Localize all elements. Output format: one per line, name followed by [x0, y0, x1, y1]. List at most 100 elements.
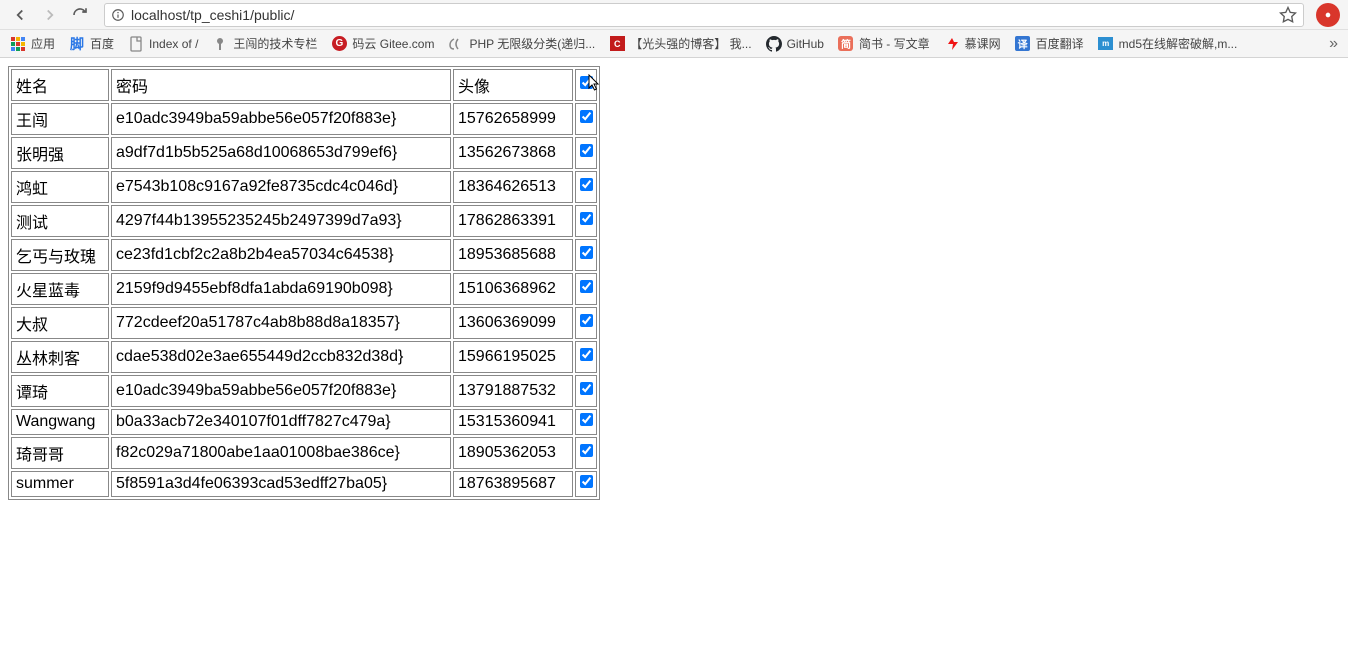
row-checkbox[interactable]	[580, 413, 593, 426]
bookmarks-bar: 应用脚百度 Index of / 王闯的技术专栏 G码云 Gitee.com PHP 无…	[0, 30, 1348, 58]
cell-password: ce23fd1cbf2c2a8b2b4ea57034c64538}	[111, 239, 451, 271]
table-row: 乞丐与玫瑰ce23fd1cbf2c2a8b2b4ea57034c64538}18…	[11, 239, 597, 271]
cell-password: e7543b108c9167a92fe8735cdc4c046d}	[111, 171, 451, 203]
bookmark-item[interactable]: GitHub	[766, 36, 824, 52]
row-checkbox[interactable]	[580, 475, 593, 488]
bookmark-item[interactable]: G码云 Gitee.com	[331, 35, 434, 52]
cell-password: e10adc3949ba59abbe56e057f20f883e}	[111, 103, 451, 135]
bookmark-item[interactable]: m md5在线解密破解,m...	[1098, 35, 1238, 52]
bookmark-icon	[10, 36, 26, 52]
cell-checkbox	[575, 409, 597, 435]
bookmark-label: 简书 - 写文章	[859, 35, 930, 52]
cell-name: 测试	[11, 205, 109, 237]
cell-password: b0a33acb72e340107f01dff7827c479a}	[111, 409, 451, 435]
row-checkbox[interactable]	[580, 178, 593, 191]
table-row: 大叔772cdeef20a51787c4ab8b88d8a18357}13606…	[11, 307, 597, 339]
table-row: summer5f8591a3d4fe06393cad53edff27ba05}1…	[11, 471, 597, 497]
cell-avatar: 15762658999	[453, 103, 573, 135]
info-icon[interactable]	[111, 8, 125, 22]
cell-checkbox	[575, 103, 597, 135]
cell-password: cdae538d02e3ae655449d2ccb832d38d}	[111, 341, 451, 373]
cell-password: 5f8591a3d4fe06393cad53edff27ba05}	[111, 471, 451, 497]
bookmark-item[interactable]: C【光头强的博客】 我...	[609, 35, 751, 52]
bookmark-icon: G	[331, 36, 347, 52]
cell-avatar: 18364626513	[453, 171, 573, 203]
reload-button[interactable]	[68, 3, 92, 27]
bookmark-label: 应用	[31, 35, 55, 52]
table-row: 丛林刺客cdae538d02e3ae655449d2ccb832d38d}159…	[11, 341, 597, 373]
extension-button[interactable]	[1316, 3, 1340, 27]
cell-checkbox	[575, 375, 597, 407]
bookmark-label: Index of /	[149, 37, 198, 51]
bookmark-item[interactable]: 慕课网	[944, 35, 1001, 52]
cell-name: summer	[11, 471, 109, 497]
row-checkbox[interactable]	[580, 314, 593, 327]
cell-password: 772cdeef20a51787c4ab8b88d8a18357}	[111, 307, 451, 339]
cell-avatar: 15315360941	[453, 409, 573, 435]
cell-name: 王闯	[11, 103, 109, 135]
bookmark-icon: C	[609, 36, 625, 52]
cell-avatar: 18953685688	[453, 239, 573, 271]
data-table: 姓名 密码 头像 王闯e10adc3949ba59abbe56e057f20f8…	[8, 66, 600, 500]
cell-avatar: 13606369099	[453, 307, 573, 339]
url-text: localhost/tp_ceshi1/public/	[131, 7, 1271, 23]
cell-checkbox	[575, 137, 597, 169]
table-row: 谭琦e10adc3949ba59abbe56e057f20f883e}13791…	[11, 375, 597, 407]
cell-avatar: 15106368962	[453, 273, 573, 305]
table-row: 鸿虹e7543b108c9167a92fe8735cdc4c046d}18364…	[11, 171, 597, 203]
cell-name: Wangwang	[11, 409, 109, 435]
bookmark-icon	[944, 36, 960, 52]
bookmark-icon: 译	[1015, 36, 1031, 52]
bookmark-item[interactable]: 简简书 - 写文章	[838, 35, 930, 52]
row-checkbox[interactable]	[580, 382, 593, 395]
cell-avatar: 17862863391	[453, 205, 573, 237]
back-button[interactable]	[8, 3, 32, 27]
bookmark-icon	[128, 36, 144, 52]
cell-password: e10adc3949ba59abbe56e057f20f883e}	[111, 375, 451, 407]
cell-checkbox	[575, 341, 597, 373]
page-content: 姓名 密码 头像 王闯e10adc3949ba59abbe56e057f20f8…	[0, 58, 1348, 508]
row-checkbox[interactable]	[580, 110, 593, 123]
cell-name: 乞丐与玫瑰	[11, 239, 109, 271]
cell-checkbox	[575, 471, 597, 497]
table-row: 火星蓝毒2159f9d9455ebf8dfa1abda69190b098}151…	[11, 273, 597, 305]
row-checkbox[interactable]	[580, 348, 593, 361]
cell-avatar: 18905362053	[453, 437, 573, 469]
bookmark-label: md5在线解密破解,m...	[1119, 35, 1238, 52]
bookmark-item[interactable]: 脚百度	[69, 35, 114, 52]
cell-name: 丛林刺客	[11, 341, 109, 373]
bookmark-icon	[766, 36, 782, 52]
bookmark-item[interactable]: PHP 无限级分类(递归...	[448, 35, 595, 52]
row-checkbox[interactable]	[580, 280, 593, 293]
cell-checkbox	[575, 171, 597, 203]
cell-name: 火星蓝毒	[11, 273, 109, 305]
cell-avatar: 13562673868	[453, 137, 573, 169]
table-row: 琦哥哥f82c029a71800abe1aa01008bae386ce}1890…	[11, 437, 597, 469]
table-header-row: 姓名 密码 头像	[11, 69, 597, 101]
cell-password: a9df7d1b5b525a68d10068653d799ef6}	[111, 137, 451, 169]
cell-name: 谭琦	[11, 375, 109, 407]
header-avatar: 头像	[453, 69, 573, 101]
bookmark-item[interactable]: 译百度翻译	[1015, 35, 1084, 52]
bookmark-item[interactable]: Index of /	[128, 36, 198, 52]
forward-button[interactable]	[38, 3, 62, 27]
header-password: 密码	[111, 69, 451, 101]
bookmark-item[interactable]: 应用	[10, 35, 55, 52]
bookmarks-overflow[interactable]: »	[1329, 35, 1338, 53]
cell-password: 2159f9d9455ebf8dfa1abda69190b098}	[111, 273, 451, 305]
cell-name: 琦哥哥	[11, 437, 109, 469]
cell-avatar: 18763895687	[453, 471, 573, 497]
bookmark-label: GitHub	[787, 37, 824, 51]
bookmark-icon: 脚	[69, 36, 85, 52]
row-checkbox[interactable]	[580, 444, 593, 457]
cell-checkbox	[575, 239, 597, 271]
row-checkbox[interactable]	[580, 212, 593, 225]
bookmark-item[interactable]: 王闯的技术专栏	[212, 35, 317, 52]
row-checkbox[interactable]	[580, 246, 593, 259]
url-bar[interactable]: localhost/tp_ceshi1/public/	[104, 3, 1304, 27]
star-icon[interactable]	[1279, 6, 1297, 24]
select-all-checkbox[interactable]	[580, 76, 593, 89]
row-checkbox[interactable]	[580, 144, 593, 157]
bookmark-icon: m	[1098, 36, 1114, 52]
cell-checkbox	[575, 307, 597, 339]
